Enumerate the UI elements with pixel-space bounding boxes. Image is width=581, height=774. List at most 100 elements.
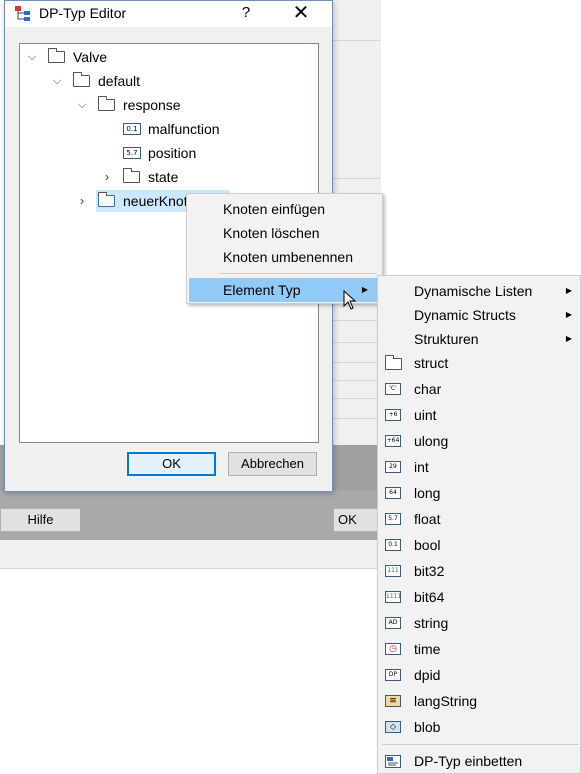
submenu-item-float[interactable]: 5.7 float	[378, 506, 581, 532]
submenu-item-dynamic-structs[interactable]: Dynamic Structs ▶	[378, 302, 581, 328]
mouse-pointer-icon	[343, 290, 357, 310]
menu-item-label: Dynamic Structs	[414, 307, 516, 323]
submenu-item-bool[interactable]: 0.1 bool	[378, 532, 581, 558]
menu-item-label: Knoten umbenennen	[223, 249, 353, 265]
bool-icon: 0.1	[385, 539, 401, 551]
tree-node-response[interactable]: ⌵ response	[20, 94, 318, 116]
menu-item-label: Dynamische Listen	[414, 283, 533, 299]
submenu-item-bit32[interactable]: 111 bit32	[378, 558, 581, 584]
menu-item-delete-node[interactable]: Knoten löschen	[189, 221, 380, 245]
float-icon: 5.7	[123, 147, 141, 159]
submenu-arrow-icon: ▶	[565, 310, 572, 319]
menu-item-label: Knoten löschen	[223, 225, 320, 241]
chevron-right-icon[interactable]: ›	[100, 166, 114, 188]
menu-item-label: blob	[414, 719, 441, 735]
submenu-item-char[interactable]: 'C' char	[378, 376, 581, 402]
flag-icon: ≡	[385, 695, 401, 707]
submenu-item-ulong[interactable]: +64 ulong	[378, 428, 581, 454]
dp-type-editor-icon	[15, 6, 30, 21]
menu-item-label: Knoten einfügen	[223, 201, 325, 217]
menu-item-label: DP-Typ einbetten	[414, 753, 523, 769]
chevron-down-icon[interactable]: ⌵	[25, 46, 39, 68]
submenu-item-uint[interactable]: +6 uint	[378, 402, 581, 428]
clock-icon: ◷	[385, 643, 401, 655]
submenu-item-dpid[interactable]: DP dpid	[378, 662, 581, 688]
cancel-button[interactable]: Abbrechen	[228, 452, 317, 476]
menu-item-label: uint	[414, 407, 437, 423]
close-button[interactable]: ✕	[288, 2, 314, 24]
tree-node-label: Valve	[73, 49, 107, 65]
background-divider	[330, 342, 380, 343]
folder-icon	[98, 192, 115, 207]
submenu-arrow-icon: ▶	[565, 334, 572, 343]
background-divider	[330, 40, 380, 41]
ok-button[interactable]: OK	[127, 452, 216, 476]
tree-node-label: default	[98, 73, 141, 89]
tree-node-default[interactable]: ⌵ default	[20, 70, 318, 92]
menu-item-label: string	[414, 615, 449, 631]
submenu-arrow-icon: ▶	[361, 285, 368, 294]
element-type-submenu: Dynamische Listen ▶ Dynamic Structs ▶ St…	[377, 275, 581, 774]
submenu-item-blob[interactable]: ◇ blob	[378, 714, 581, 740]
background-divider	[330, 418, 380, 419]
submenu-item-int[interactable]: 29 int	[378, 454, 581, 480]
folder-icon	[123, 168, 140, 183]
bool-icon: 0.1	[123, 123, 141, 135]
menu-separator	[219, 273, 377, 274]
tree-node-valve[interactable]: ⌵ Valve	[20, 46, 318, 68]
submenu-item-struct[interactable]: struct	[378, 350, 581, 376]
tree-node-label: malfunction	[148, 121, 220, 137]
help-title-button[interactable]: ?	[235, 2, 257, 24]
chevron-right-icon[interactable]: ›	[75, 190, 89, 212]
float-icon: 5.7	[385, 513, 401, 525]
submenu-item-long[interactable]: 64 long	[378, 480, 581, 506]
menu-item-label: Element Typ	[223, 282, 301, 298]
submenu-arrow-icon: ▶	[565, 286, 572, 295]
tree-node-position[interactable]: 5.7 position	[20, 142, 318, 164]
background-divider	[330, 398, 380, 399]
menu-item-label: bool	[414, 537, 441, 553]
int-icon: 29	[385, 461, 401, 473]
long-icon: 64	[385, 487, 401, 499]
menu-item-label: bit64	[414, 589, 445, 605]
tree-node-label: state	[148, 169, 179, 185]
background-divider	[330, 320, 380, 321]
folder-icon	[98, 96, 115, 111]
tree-node-state[interactable]: › state	[20, 166, 318, 188]
title-bar: DP-Typ Editor ? ✕	[5, 1, 332, 27]
menu-item-label: langString	[414, 693, 478, 709]
tree-node-label: response	[123, 97, 181, 113]
chevron-down-icon[interactable]: ⌵	[50, 70, 64, 92]
string-icon: AD	[385, 617, 401, 629]
menu-item-label: ulong	[414, 433, 449, 449]
submenu-item-string[interactable]: AD string	[378, 610, 581, 636]
ulong-icon: +64	[385, 435, 401, 447]
tree-node-malfunction[interactable]: 0.1 malfunction	[20, 118, 318, 140]
menu-separator	[382, 744, 578, 745]
folder-icon	[73, 72, 90, 87]
chevron-down-icon[interactable]: ⌵	[75, 94, 89, 116]
menu-item-label: char	[414, 381, 442, 397]
submenu-item-time[interactable]: ◷ time	[378, 636, 581, 662]
bit32-icon: 111	[385, 565, 401, 577]
menu-item-label: float	[414, 511, 441, 527]
blob-icon: ◇	[385, 721, 401, 733]
submenu-item-bit64[interactable]: 1111 bit64	[378, 584, 581, 610]
submenu-item-embed-dp-type[interactable]: DP-Typ einbetten	[378, 748, 581, 774]
background-panel-lower	[0, 540, 380, 569]
char-icon: 'C'	[385, 383, 401, 395]
bit64-icon: 1111	[385, 591, 401, 603]
folder-icon	[385, 355, 402, 370]
submenu-item-dynamic-lists[interactable]: Dynamische Listen ▶	[378, 278, 581, 304]
dialog-title: DP-Typ Editor	[39, 5, 127, 21]
menu-item-rename-node[interactable]: Knoten umbenennen	[189, 245, 380, 269]
help-button[interactable]: Hilfe	[0, 508, 81, 532]
background-divider	[330, 178, 380, 179]
menu-item-label: int	[414, 459, 429, 475]
embed-icon	[385, 755, 401, 768]
submenu-item-structures[interactable]: Strukturen ▶	[378, 326, 581, 352]
folder-icon	[48, 48, 65, 63]
submenu-item-langstring[interactable]: ≡ langString	[378, 688, 581, 714]
dpid-icon: DP	[385, 669, 401, 681]
menu-item-insert-node[interactable]: Knoten einfügen	[189, 197, 380, 221]
